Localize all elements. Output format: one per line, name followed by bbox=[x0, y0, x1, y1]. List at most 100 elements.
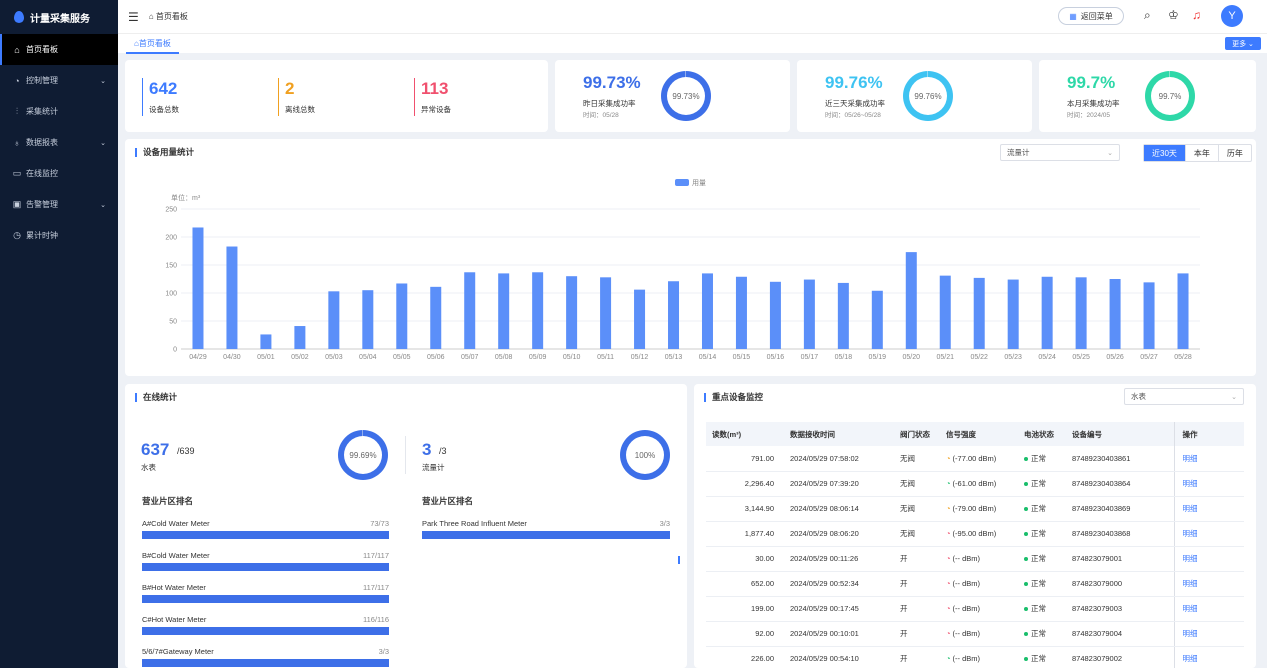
avatar[interactable]: Y bbox=[1221, 5, 1243, 27]
detail-link[interactable]: 明细 bbox=[1183, 504, 1198, 513]
rank-value: 116/116 bbox=[363, 615, 389, 624]
x-tick-label: 05/25 bbox=[1072, 354, 1090, 361]
flow-online-count: 3 bbox=[422, 440, 432, 459]
battery-cell: 正常 bbox=[1018, 621, 1066, 647]
battery-value: 正常 bbox=[1031, 579, 1046, 588]
more-tabs-button[interactable]: 更多 ⌄ bbox=[1225, 37, 1261, 50]
menu-toggle-icon[interactable]: ☰ bbox=[128, 10, 139, 24]
reading-cell: 3,144.90 bbox=[706, 496, 784, 522]
key-device-monitor-card: 重点设备监控 水表 ⌄ 读数(m³) 数据接收时间 阀门状态 信号强度 电池状态 设备编号操… bbox=[694, 384, 1256, 668]
action-cell: 明细 bbox=[1173, 646, 1244, 668]
time-cell: 2024/05/29 07:39:20 bbox=[784, 471, 894, 497]
rank-value: 3/3 bbox=[378, 647, 389, 656]
sidebar-item[interactable]: ▭ 在线监控 bbox=[0, 158, 118, 189]
battery-value: 正常 bbox=[1031, 453, 1046, 463]
sidebar-item[interactable]: ♁ 数据报表 ⌄ bbox=[0, 127, 118, 158]
range-option[interactable]: 近30天 bbox=[1144, 145, 1185, 161]
signal-cell: ◔ (-95.00 dBm) bbox=[940, 521, 1018, 547]
rank-name: A#Cold Water Meter bbox=[142, 519, 210, 528]
rate-ring-text: 99.76% bbox=[909, 77, 947, 115]
back-to-menu-button[interactable]: ▦ 返回菜单 bbox=[1058, 7, 1124, 25]
x-tick-label: 05/19 bbox=[869, 354, 887, 361]
x-tick-label: 05/13 bbox=[665, 354, 683, 361]
rank-value: 117/117 bbox=[363, 583, 389, 592]
chevron-down-icon: ⌄ bbox=[100, 139, 106, 147]
app-logo: 计量采集服务 bbox=[0, 0, 118, 34]
x-tick-label: 05/27 bbox=[1140, 354, 1158, 361]
detail-link[interactable]: 明细 bbox=[1183, 654, 1198, 663]
device-type-select[interactable]: 流量计 ⌄ bbox=[1000, 144, 1120, 161]
sidebar-item[interactable]: ◷ 累计时钟 bbox=[0, 220, 118, 251]
x-tick-label: 05/16 bbox=[767, 354, 785, 361]
action-cell: 明细 bbox=[1173, 471, 1244, 497]
detail-link[interactable]: 明细 bbox=[1183, 579, 1198, 588]
battery-cell: 正常 bbox=[1018, 546, 1066, 572]
detail-link[interactable]: 明细 bbox=[1183, 604, 1198, 613]
bar bbox=[1109, 279, 1121, 349]
status-dot-icon bbox=[1024, 507, 1028, 512]
detail-link[interactable]: 明细 bbox=[1183, 629, 1198, 638]
report-icon: ♁ bbox=[13, 137, 21, 148]
tab-bar: ⌂ 首页看板 更多 ⌄ bbox=[118, 33, 1267, 54]
status-dot-icon bbox=[1024, 532, 1028, 537]
y-tick-label: 200 bbox=[165, 235, 177, 242]
bar bbox=[735, 276, 747, 349]
table-row: 199.00 2024/05/29 00:17:45 开 ◔ (-- dBm) 正常 874… bbox=[706, 596, 1244, 622]
tab-dashboard[interactable]: ⌂ 首页看板 bbox=[126, 34, 179, 54]
bar bbox=[260, 334, 272, 349]
battery-value: 正常 bbox=[1031, 629, 1046, 638]
water-label: 水表 bbox=[141, 463, 156, 472]
rank-value: 117/117 bbox=[363, 551, 389, 560]
detail-link[interactable]: 明细 bbox=[1183, 479, 1198, 488]
rate-time: 时间：05/28 bbox=[583, 112, 619, 119]
battery-cell: 正常 bbox=[1018, 446, 1066, 472]
home-icon: ⌂ bbox=[14, 44, 20, 55]
online-stats-card: 在线统计 637 /639 水表 99.69% 3 /3 流量计 100% 营业… bbox=[125, 384, 687, 668]
rank-name: B#Cold Water Meter bbox=[142, 551, 210, 560]
range-segmented-control: 近30天 本年 历年 bbox=[1143, 144, 1252, 162]
x-tick-label: 05/05 bbox=[393, 354, 411, 361]
signal-cell: ◔ (-- dBm) bbox=[940, 546, 1018, 572]
detail-link[interactable]: 明细 bbox=[1183, 454, 1198, 463]
signal-value: (-77.00 dBm) bbox=[952, 453, 997, 463]
status-dot-icon bbox=[1024, 657, 1028, 662]
water-online-count: 637 bbox=[141, 440, 170, 459]
rate-ring-text: 99.73% bbox=[667, 77, 705, 115]
total-devices-label: 设备总数 bbox=[149, 105, 179, 114]
table-row: 30.00 2024/05/29 00:11:26 开 ◔ (-- dBm) 正常 8748… bbox=[706, 546, 1244, 572]
x-tick-label: 05/11 bbox=[597, 354, 614, 361]
chevron-down-icon: ⌄ bbox=[1107, 149, 1113, 157]
signal-value: (-- dBm) bbox=[952, 654, 981, 663]
legend-swatch bbox=[675, 179, 689, 186]
detail-link[interactable]: 明细 bbox=[1183, 554, 1198, 563]
x-tick-label: 05/15 bbox=[733, 354, 751, 361]
bell-icon[interactable]: ♫ bbox=[1192, 8, 1201, 22]
range-option[interactable]: 本年 bbox=[1184, 145, 1218, 161]
y-tick-label: 150 bbox=[165, 263, 177, 270]
sidebar-item[interactable]: ⫶ 采集统计 bbox=[0, 96, 118, 127]
sidebar-item[interactable]: ◔ 控制管理 ⌄ bbox=[0, 65, 118, 96]
battery-value: 正常 bbox=[1031, 554, 1046, 563]
y-tick-label: 0 bbox=[173, 347, 177, 354]
bar bbox=[837, 282, 849, 349]
shirt-icon[interactable]: ♔ bbox=[1168, 8, 1179, 22]
y-tick-label: 100 bbox=[165, 291, 177, 298]
sidebar-item[interactable]: ⌂ 首页看板 bbox=[0, 34, 118, 65]
device-cell: 874823079002 bbox=[1066, 646, 1174, 668]
monitor-device-select[interactable]: 水表 ⌄ bbox=[1124, 388, 1244, 405]
search-icon[interactable]: ⌕ bbox=[1144, 8, 1151, 23]
rate-time: 时间：2024/05 bbox=[1067, 112, 1110, 119]
rank-name: C#Hot Water Meter bbox=[142, 615, 207, 624]
scroll-indicator[interactable] bbox=[678, 556, 680, 564]
bar bbox=[328, 291, 340, 349]
sidebar-item[interactable]: ▣ 告警管理 ⌄ bbox=[0, 189, 118, 220]
column-header: 信号强度 bbox=[940, 422, 1018, 446]
x-tick-label: 05/28 bbox=[1174, 354, 1192, 361]
detail-link[interactable]: 明细 bbox=[1183, 529, 1198, 538]
bar bbox=[1007, 279, 1019, 349]
time-cell: 2024/05/29 08:06:20 bbox=[784, 521, 894, 547]
bar bbox=[226, 246, 238, 349]
range-option[interactable]: 历年 bbox=[1217, 145, 1251, 161]
bar bbox=[973, 277, 985, 349]
chevron-down-icon: ⌄ bbox=[100, 77, 106, 85]
